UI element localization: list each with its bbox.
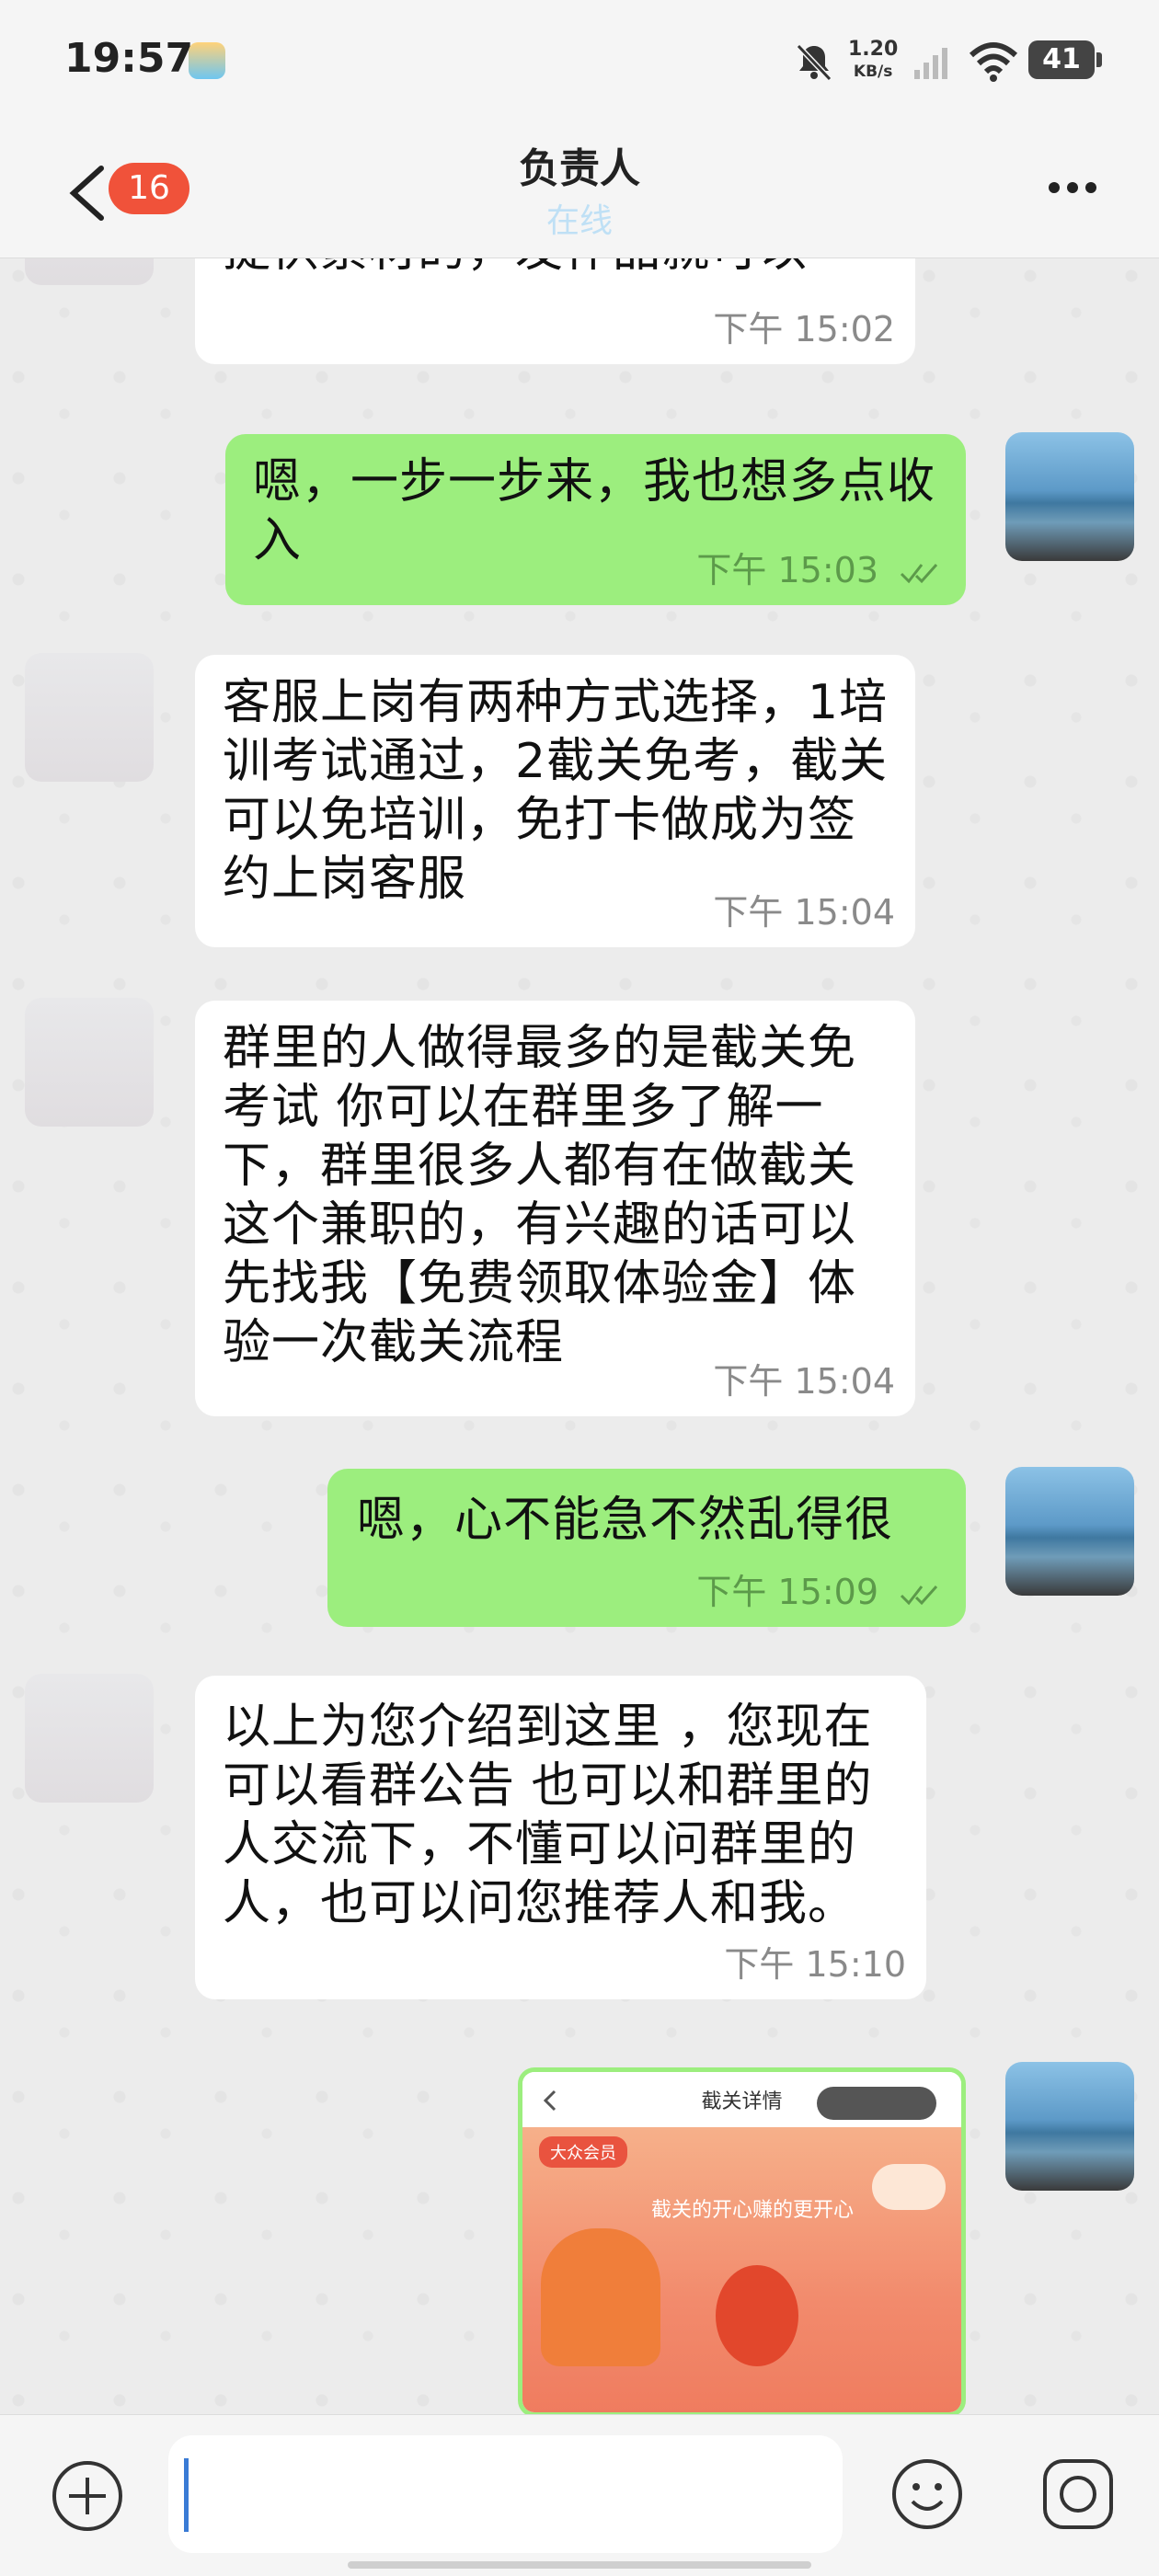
message-text: 群里的人做得最多的是截关免考试 你可以在群里多了解一下，群里很多人都有在做截关这… (223, 1021, 857, 1370)
net-rate-unit: KB/s (853, 63, 893, 81)
incoming-message[interactable]: 客服上岗有两种方式选择，1培训考试通过，2截关免考，截关可以免培训，免打卡做成为… (195, 655, 915, 947)
miniapp-capsule-icon (817, 2087, 936, 2120)
incoming-message[interactable]: 群里的人做得最多的是截关免考试 你可以在群里多了解一下，群里很多人都有在做截关这… (195, 1001, 915, 1416)
battery-indicator: 41 (1028, 40, 1102, 79)
my-avatar[interactable] (1005, 1467, 1134, 1596)
read-check-icon (900, 564, 938, 584)
poster-caption: 截关的开心赚的更开心 (651, 2199, 855, 2222)
chat-title: 负责人 (519, 145, 640, 192)
image-topbar: 截关详情 (522, 2072, 961, 2127)
image-poster: 大众会员 截关的开心赚的更开心 (522, 2127, 961, 2412)
contact-avatar[interactable] (25, 653, 154, 782)
message-time: 下午 15:04 (713, 1361, 895, 1402)
more-options-button[interactable] (1049, 179, 1113, 207)
message-time: 下午 15:02 (713, 309, 895, 349)
chat-message-list[interactable]: 提供素材的，发作品就可以 下午 15:02 嗯，一步一步来，我也想多点收入 下午… (0, 258, 1159, 2414)
status-bar: 19:57 1.20 KB/s 41 (0, 0, 1159, 124)
message-time: 下午 15:03 (696, 550, 878, 590)
my-avatar[interactable] (1005, 2062, 1134, 2191)
cloud-illustration-icon (872, 2164, 946, 2210)
message-time: 下午 15:09 (696, 1572, 878, 1612)
image-message[interactable]: 截关详情 大众会员 截关的开心赚的更开心 (518, 2067, 966, 2414)
mute-bell-icon (796, 43, 832, 82)
contact-avatar[interactable] (25, 258, 154, 285)
text-caret (184, 2458, 189, 2532)
message-time: 下午 15:10 (724, 1944, 906, 1985)
app-notification-icon (189, 42, 225, 79)
contact-avatar[interactable] (25, 1674, 154, 1803)
home-indicator[interactable] (348, 2561, 811, 2569)
plus-icon[interactable] (43, 2452, 132, 2540)
network-rate: 1.20 KB/s (848, 39, 898, 83)
chat-header: 16 负责人 在线 (0, 124, 1159, 258)
camera-icon[interactable] (1034, 2450, 1122, 2538)
outgoing-message[interactable]: 嗯，心不能急不然乱得很 下午 15:09 (327, 1469, 966, 1627)
message-time: 下午 15:04 (713, 892, 895, 933)
emoji-icon[interactable] (883, 2450, 971, 2538)
message-input[interactable] (168, 2435, 843, 2553)
member-tag: 大众会员 (539, 2136, 627, 2168)
net-rate-value: 1.20 (848, 38, 899, 61)
online-status: 在线 (545, 202, 613, 240)
signal-icon (914, 48, 947, 79)
message-text: 嗯，心不能急不然乱得很 (357, 1493, 894, 1548)
incoming-message[interactable]: 提供素材的，发作品就可以 下午 15:02 (195, 258, 915, 364)
status-time: 19:57 (64, 35, 194, 82)
input-bar (0, 2414, 1159, 2576)
message-text: 提供素材的，发作品就可以 (223, 258, 808, 280)
incoming-message[interactable]: 以上为您介绍到这里 ，您现在可以看群公告 也可以和群里的人交流下，不懂可以问群里… (195, 1676, 926, 1999)
outgoing-message[interactable]: 嗯，一步一步来，我也想多点收入 下午 15:03 (225, 434, 966, 605)
contact-avatar[interactable] (25, 998, 154, 1127)
wifi-icon (969, 42, 1018, 82)
message-text: 客服上岗有两种方式选择，1培训考试通过，2截关免考，截关可以免培训，免打卡做成为… (223, 675, 889, 907)
my-avatar[interactable] (1005, 432, 1134, 561)
tiger-illustration-icon (541, 2228, 660, 2366)
lantern-illustration-icon (716, 2265, 798, 2366)
read-check-icon (900, 1586, 938, 1606)
message-text: 以上为您介绍到这里 ，您现在可以看群公告 也可以和群里的人交流下，不懂可以问群里… (223, 1700, 873, 1931)
